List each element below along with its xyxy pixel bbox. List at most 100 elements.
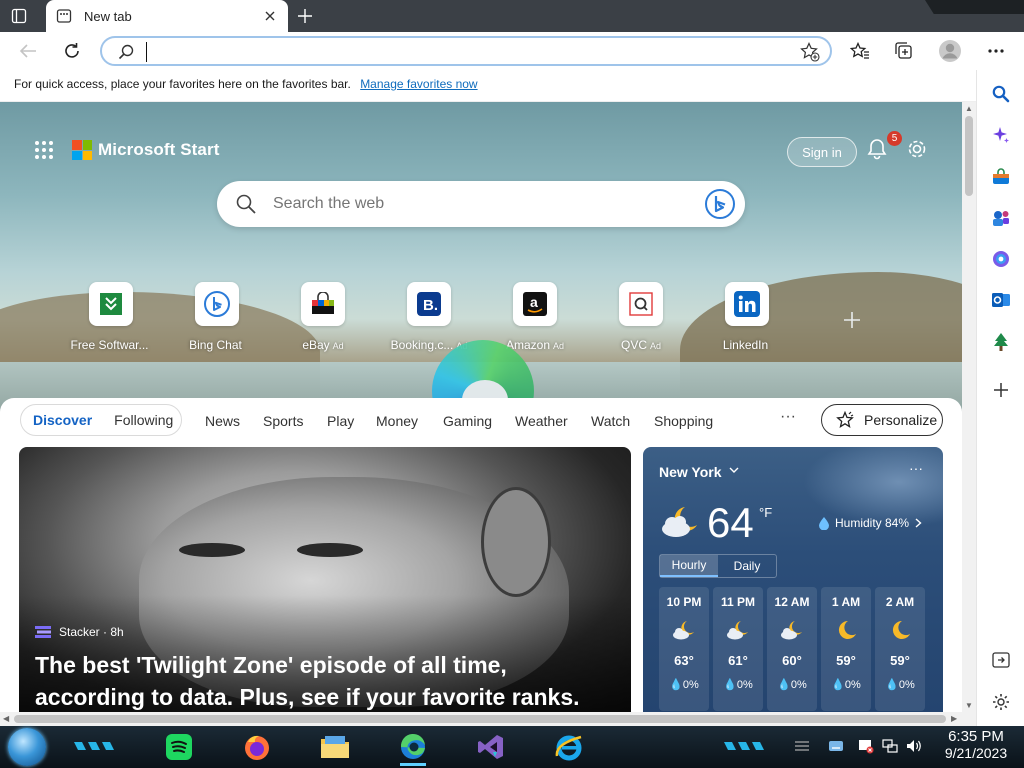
taskbar-visual-studio[interactable] — [474, 730, 508, 764]
sidebar-search-button[interactable] — [989, 82, 1013, 106]
quick-link-free-software[interactable]: Free Softwar... — [60, 282, 162, 352]
quick-link-qvc[interactable]: QVC Ad — [590, 282, 692, 352]
nav-watch[interactable]: Watch — [591, 413, 630, 429]
page-settings-button[interactable] — [906, 138, 928, 160]
new-tab-button[interactable] — [294, 5, 316, 27]
story-headline[interactable]: The best 'Twilight Zone' episode of all … — [35, 649, 615, 712]
settings-more-button[interactable] — [984, 39, 1008, 63]
feed-mode-toggle: Discover Following — [20, 404, 182, 436]
sidebar-drop-button[interactable] — [989, 330, 1013, 354]
taskbar-spotify[interactable] — [162, 730, 196, 764]
scroll-up-arrow-icon[interactable]: ▲ — [965, 104, 973, 113]
taskbar-internet-explorer[interactable] — [552, 730, 586, 764]
quick-link-tile — [725, 282, 769, 326]
tab-discover[interactable]: Discover — [33, 412, 92, 428]
weather-more-button[interactable]: ··· — [909, 460, 923, 476]
top-story-card[interactable]: Stacker · 8h The best 'Twilight Zone' ep… — [19, 447, 631, 712]
weather-card[interactable]: New York ··· 64 °F Humidity 84% Hourly D… — [643, 447, 943, 712]
quick-link-ebay[interactable]: eBay Ad — [272, 282, 374, 352]
microsoft-logo-icon — [72, 140, 92, 160]
sidebar-microsoft365-button[interactable] — [989, 247, 1013, 271]
forecast-precip-value: 0% — [898, 679, 915, 691]
favorites-button[interactable] — [848, 39, 872, 63]
sidebar-copilot-button[interactable] — [989, 123, 1013, 147]
taskbar-firefox[interactable] — [240, 730, 274, 764]
microsoft-start-logo[interactable]: Microsoft Start — [72, 140, 219, 160]
sidebar-outlook-button[interactable] — [989, 288, 1013, 312]
volume-icon[interactable] — [906, 738, 922, 754]
personalize-label: Personalize — [864, 412, 938, 428]
web-search-input[interactable] — [273, 193, 693, 215]
tab-new-tab[interactable]: New tab — [46, 0, 288, 32]
add-favorite-star-icon[interactable] — [800, 42, 820, 62]
notifications-button[interactable] — [866, 138, 888, 160]
avatar-icon — [939, 40, 961, 62]
nav-play[interactable]: Play — [327, 413, 354, 429]
system-clock[interactable]: 6:35 PM 9/21/2023 — [932, 728, 1020, 761]
add-quick-link-button[interactable] — [840, 308, 864, 332]
sidebar-settings-button[interactable] — [989, 690, 1013, 714]
sidebar-add-button[interactable] — [989, 378, 1013, 402]
tab-close-button[interactable] — [262, 8, 278, 24]
chevron-down-icon[interactable] — [729, 466, 739, 474]
nav-money[interactable]: Money — [376, 413, 418, 429]
show-desktop-lines-icon[interactable] — [794, 738, 810, 754]
back-button[interactable] — [16, 39, 40, 63]
bing-chat-icon — [204, 291, 230, 317]
quick-link-linkedin[interactable]: LinkedIn — [696, 282, 798, 352]
address-bar[interactable] — [100, 36, 832, 66]
forecast-hour: 12 AM 60° 💧0% — [767, 587, 817, 711]
sidebar-hide-button[interactable] — [989, 648, 1013, 672]
forecast-precip-value: 0% — [736, 679, 753, 691]
nav-news[interactable]: News — [205, 413, 240, 429]
sign-in-button[interactable]: Sign in — [787, 137, 857, 167]
edge-sidebar — [976, 70, 1024, 726]
more-nav-button[interactable]: ··· — [780, 408, 796, 426]
collections-button[interactable] — [892, 39, 916, 63]
sidebar-shopping-button[interactable] — [989, 165, 1013, 189]
flag-alert-icon[interactable] — [858, 738, 874, 754]
taskbar-file-explorer[interactable] — [318, 730, 352, 764]
weather-city[interactable]: New York — [659, 464, 722, 480]
nav-shopping[interactable]: Shopping — [654, 413, 713, 429]
scroll-right-arrow-icon[interactable]: ▶ — [951, 714, 957, 723]
web-search-box[interactable] — [217, 181, 745, 227]
scroll-left-arrow-icon[interactable]: ◀ — [3, 714, 9, 723]
address-input[interactable] — [146, 42, 766, 62]
quick-link-amazon[interactable]: a Amazon Ad — [484, 282, 586, 352]
forecast-precip-value: 0% — [844, 679, 861, 691]
tab-hourly[interactable]: Hourly — [660, 555, 718, 577]
quick-link-tile — [195, 282, 239, 326]
taskbar-edge[interactable] — [396, 730, 430, 766]
apps-launcher-button[interactable] — [34, 140, 54, 160]
bing-chat-icon[interactable] — [703, 187, 737, 221]
nav-gaming[interactable]: Gaming — [443, 413, 492, 429]
weather-tabs: Hourly Daily — [659, 554, 777, 578]
profile-button[interactable] — [938, 39, 962, 63]
svg-text:a: a — [530, 294, 538, 310]
forecast-time: 2 AM — [885, 595, 915, 609]
qvc-logo-icon — [629, 292, 653, 316]
quick-link-booking[interactable]: B. Booking.c...Ad — [378, 282, 480, 352]
refresh-button[interactable] — [60, 39, 84, 63]
cloud-sync-icon[interactable] — [828, 738, 844, 754]
horizontal-scroll-thumb[interactable] — [14, 715, 946, 723]
manage-favorites-link[interactable]: Manage favorites now — [360, 77, 477, 91]
scroll-down-arrow-icon[interactable]: ▼ — [965, 701, 973, 710]
nav-sports[interactable]: Sports — [263, 413, 303, 429]
outlook-icon — [992, 293, 1010, 307]
tab-actions-menu-button[interactable] — [8, 6, 30, 26]
nav-weather[interactable]: Weather — [515, 413, 568, 429]
tab-daily[interactable]: Daily — [718, 555, 776, 577]
story-image-eyes — [179, 543, 369, 561]
network-icon[interactable] — [882, 738, 898, 754]
personalize-button[interactable]: Personalize — [821, 404, 943, 436]
humidity-link[interactable]: Humidity 84% — [818, 516, 922, 530]
start-button[interactable] — [8, 728, 46, 766]
sidebar-tools-button[interactable] — [989, 206, 1013, 230]
vertical-scrollbar[interactable]: ▲ ▼ — [962, 102, 976, 712]
horizontal-scrollbar[interactable]: ◀ ▶ — [0, 712, 976, 726]
tab-following[interactable]: Following — [114, 412, 173, 428]
quick-link-bing-chat[interactable]: Bing Chat — [166, 282, 268, 352]
vertical-scroll-thumb[interactable] — [965, 116, 973, 196]
